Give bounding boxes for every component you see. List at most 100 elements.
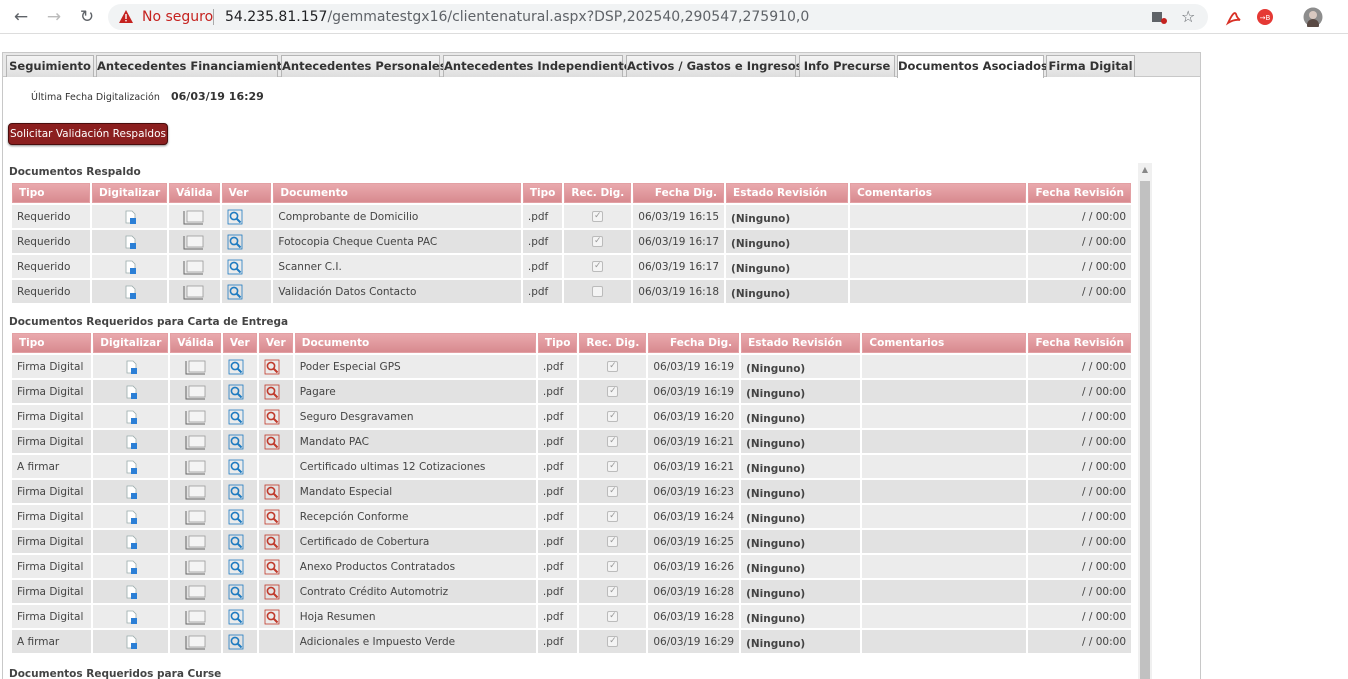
view-signed-icon[interactable] (264, 384, 280, 400)
column-header[interactable]: Estado Revisión (726, 183, 849, 203)
extension-icon[interactable]: →B (1256, 8, 1274, 26)
view-icon[interactable] (228, 434, 244, 450)
folder-icon[interactable] (185, 559, 207, 575)
tab-seguimiento[interactable]: Seguimiento (6, 55, 94, 77)
rec-dig-checkbox[interactable]: ✓ (592, 236, 604, 247)
rec-dig-checkbox[interactable]: ✓ (592, 211, 604, 222)
rec-dig-checkbox[interactable]: ✓ (607, 536, 619, 547)
column-header[interactable]: Tipo (12, 183, 91, 203)
folder-icon[interactable] (185, 609, 207, 625)
folder-icon[interactable] (183, 209, 205, 225)
tab-antecedentes-independiente[interactable]: Antecedentes Independiente (443, 55, 632, 77)
view-signed-icon[interactable] (264, 434, 280, 450)
avatar[interactable] (1303, 7, 1323, 27)
back-icon[interactable]: ← (10, 6, 32, 28)
rec-dig-checkbox[interactable]: ✓ (607, 586, 619, 597)
tab-antecedentes-personales[interactable]: Antecedentes Personales (281, 55, 447, 77)
column-header[interactable]: Comentarios (850, 183, 1027, 203)
column-header[interactable]: Tipo (522, 183, 563, 203)
scrollbar[interactable]: ▲ (1138, 163, 1152, 679)
column-header[interactable]: Válida (170, 333, 221, 353)
folder-icon[interactable] (185, 409, 207, 425)
column-header[interactable]: Ver (222, 333, 257, 353)
rec-dig-checkbox[interactable] (592, 286, 604, 297)
column-header[interactable]: Estado Revisión (741, 333, 861, 353)
request-validation-button[interactable]: Solicitar Validación Respaldos (8, 123, 168, 145)
rec-dig-checkbox[interactable]: ✓ (607, 436, 619, 447)
rec-dig-checkbox[interactable]: ✓ (592, 261, 604, 272)
view-icon[interactable] (227, 284, 243, 300)
view-icon[interactable] (228, 384, 244, 400)
forward-icon[interactable]: → (43, 6, 65, 28)
upload-icon[interactable] (123, 409, 139, 425)
column-header[interactable]: Tipo (537, 333, 578, 353)
rec-dig-checkbox[interactable]: ✓ (607, 511, 619, 522)
pdf-icon[interactable] (1225, 8, 1243, 26)
column-header[interactable]: Documento (294, 333, 536, 353)
folder-icon[interactable] (185, 459, 207, 475)
rec-dig-checkbox[interactable]: ✓ (607, 486, 619, 497)
folder-icon[interactable] (183, 234, 205, 250)
column-header[interactable]: Válida (169, 183, 220, 203)
tab-antecedentes-financiamiento[interactable]: Antecedentes Financiamiento (96, 55, 290, 77)
view-icon[interactable] (227, 234, 243, 250)
view-icon[interactable] (227, 259, 243, 275)
tab-documentos-asociados[interactable]: Documentos Asociados (897, 55, 1048, 78)
rec-dig-checkbox[interactable]: ✓ (607, 411, 619, 422)
view-signed-icon[interactable] (264, 509, 280, 525)
column-header[interactable]: Rec. Dig. (579, 333, 647, 353)
folder-icon[interactable] (185, 434, 207, 450)
view-icon[interactable] (228, 584, 244, 600)
upload-icon[interactable] (122, 234, 138, 250)
view-signed-icon[interactable] (264, 484, 280, 500)
rec-dig-checkbox[interactable]: ✓ (607, 611, 619, 622)
view-icon[interactable] (228, 459, 244, 475)
column-header[interactable]: Fecha Revisión (1028, 333, 1131, 353)
column-header[interactable]: Fecha Dig. (633, 183, 725, 203)
view-signed-icon[interactable] (264, 359, 280, 375)
upload-icon[interactable] (123, 609, 139, 625)
folder-icon[interactable] (185, 484, 207, 500)
column-header[interactable]: Comentarios (862, 333, 1027, 353)
upload-icon[interactable] (123, 359, 139, 375)
view-icon[interactable] (228, 634, 244, 650)
folder-icon[interactable] (185, 534, 207, 550)
folder-icon[interactable] (185, 634, 207, 650)
reload-icon[interactable]: ↻ (76, 6, 98, 28)
view-signed-icon[interactable] (264, 609, 280, 625)
upload-icon[interactable] (123, 459, 139, 475)
tab-activos-gastos-ingresos[interactable]: Activos / Gastos e Ingresos (626, 55, 802, 77)
view-icon[interactable] (228, 359, 244, 375)
view-icon[interactable] (228, 509, 244, 525)
column-header[interactable]: Documento (273, 183, 521, 203)
tab-firma-digital[interactable]: Firma Digital (1046, 55, 1135, 77)
scroll-up-arrow[interactable]: ▲ (1138, 163, 1152, 177)
tab-info-precurse[interactable]: Info Precurse (799, 55, 895, 77)
upload-icon[interactable] (123, 384, 139, 400)
view-icon[interactable] (228, 609, 244, 625)
view-icon[interactable] (227, 209, 243, 225)
rec-dig-checkbox[interactable]: ✓ (607, 636, 619, 647)
column-header[interactable]: Ver (258, 333, 293, 353)
upload-icon[interactable] (123, 584, 139, 600)
upload-icon[interactable] (122, 209, 138, 225)
view-signed-icon[interactable] (264, 559, 280, 575)
upload-icon[interactable] (122, 284, 138, 300)
column-header[interactable]: Digitalizar (92, 183, 168, 203)
address-bar[interactable]: No seguro 54.235.81.157/gemmatestgx16/cl… (108, 4, 1208, 30)
view-icon[interactable] (228, 409, 244, 425)
upload-icon[interactable] (123, 484, 139, 500)
column-header[interactable]: Digitalizar (93, 333, 169, 353)
column-header[interactable]: Ver (221, 183, 272, 203)
upload-icon[interactable] (123, 534, 139, 550)
upload-icon[interactable] (123, 434, 139, 450)
view-icon[interactable] (228, 534, 244, 550)
folder-icon[interactable] (185, 509, 207, 525)
star-icon[interactable]: ☆ (1181, 8, 1199, 26)
rec-dig-checkbox[interactable]: ✓ (607, 561, 619, 572)
column-header[interactable]: Fecha Revisión (1028, 183, 1131, 203)
upload-icon[interactable] (123, 559, 139, 575)
upload-icon[interactable] (122, 259, 138, 275)
rec-dig-checkbox[interactable]: ✓ (607, 361, 619, 372)
folder-icon[interactable] (183, 259, 205, 275)
